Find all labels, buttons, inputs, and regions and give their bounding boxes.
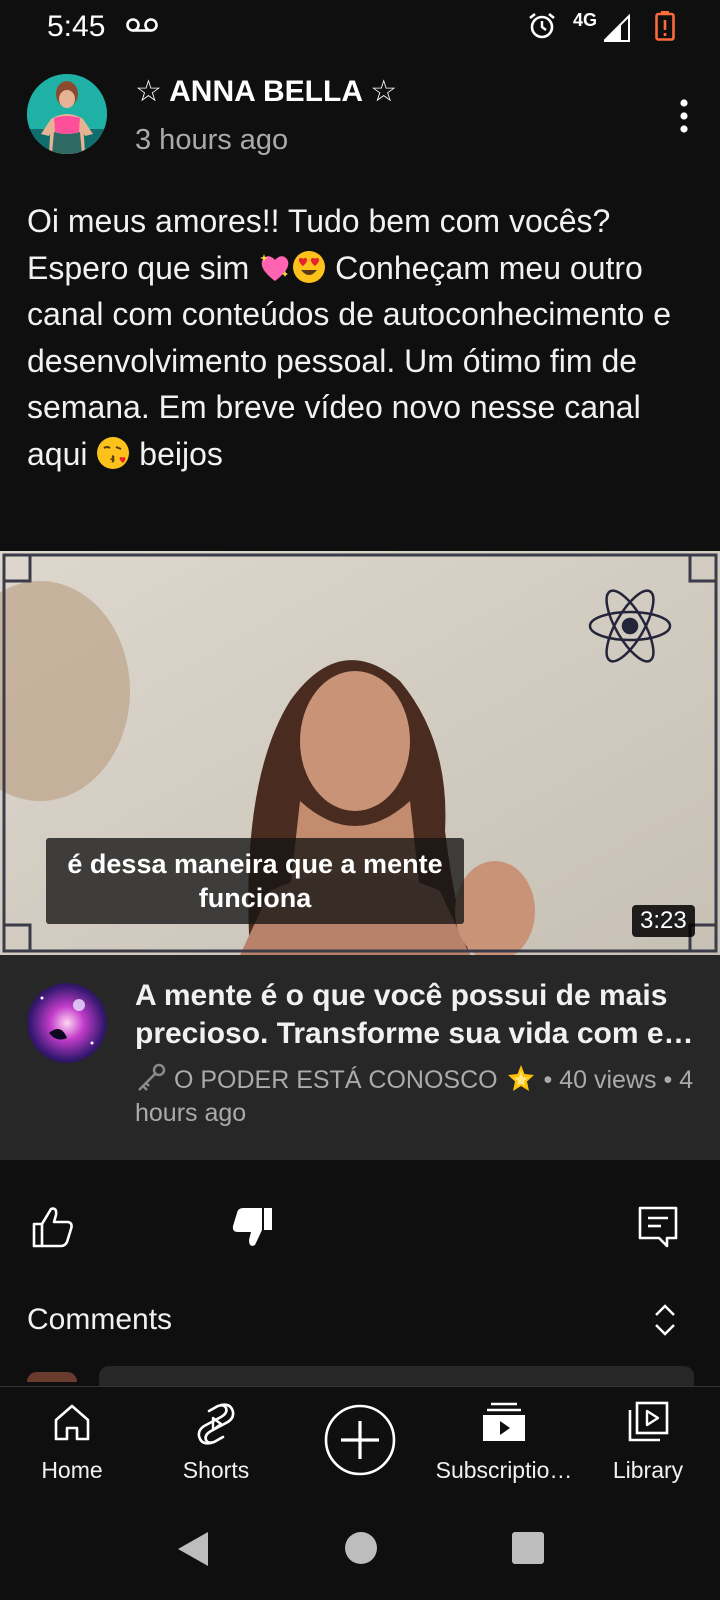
sparkling-heart-emoji: [260, 253, 289, 281]
create-plus-icon[interactable]: [323, 1403, 397, 1477]
nav-home[interactable]: Home: [0, 1387, 147, 1495]
comment-icon[interactable]: [637, 1204, 679, 1250]
expand-collapse-icon[interactable]: [652, 1302, 678, 1338]
voicemail-icon: [126, 18, 158, 32]
post-header: ☆ ANNA BELLA ☆ 3 hours ago: [0, 70, 720, 170]
video-info-card[interactable]: A mente é o que você possui de mais prec…: [0, 955, 720, 1160]
signal-icon: [604, 14, 630, 42]
comments-label: Comments: [27, 1303, 173, 1336]
nav-subscriptions-label: Subscriptio…: [435, 1457, 573, 1483]
glowing-star-emoji-icon: [507, 1065, 534, 1091]
video-caption: é dessa maneira que a mente funciona: [46, 838, 464, 924]
post-actions-bar: [0, 1190, 720, 1270]
key-emoji-icon: [138, 1063, 166, 1091]
status-time: 5:45: [47, 10, 106, 43]
channel-name[interactable]: O PODER ESTÁ CONOSCO: [174, 1066, 498, 1094]
view-count: 40 views: [559, 1066, 657, 1094]
nav-library-label: Library: [612, 1457, 684, 1483]
nav-subscriptions[interactable]: Subscriptio…: [429, 1387, 579, 1495]
nav-library[interactable]: Library: [573, 1387, 720, 1495]
comment-preview-peek[interactable]: [99, 1366, 694, 1386]
nav-home-label: Home: [41, 1457, 103, 1483]
home-circle-icon[interactable]: [343, 1530, 379, 1566]
kissing-face-emoji: [97, 436, 130, 469]
subscriptions-icon: [483, 1402, 525, 1441]
status-bar: 5:45 4G: [0, 0, 720, 56]
nav-shorts[interactable]: Shorts: [141, 1387, 291, 1495]
comments-section-header[interactable]: Comments: [0, 1290, 720, 1350]
thumbs-up-icon[interactable]: [30, 1204, 76, 1250]
video-duration-badge: 3:23: [632, 905, 695, 937]
video-thumbnail[interactable]: é dessa maneira que a mente funciona 3:2…: [0, 551, 720, 955]
library-icon: [628, 1401, 669, 1442]
heart-eyes-emoji: [293, 250, 326, 283]
post-text-part: beijos: [130, 435, 223, 472]
bottom-navigation: Home Shorts Subscriptio… Library: [0, 1386, 720, 1494]
network-type: 4G: [573, 10, 598, 30]
channel-avatar[interactable]: [27, 983, 107, 1063]
more-options-icon[interactable]: [662, 94, 706, 138]
comment-avatar-peek: [27, 1372, 77, 1382]
author-avatar[interactable]: [27, 74, 107, 154]
recent-apps-icon[interactable]: [510, 1530, 546, 1566]
nav-shorts-label: Shorts: [182, 1457, 250, 1483]
home-icon: [54, 1404, 90, 1441]
battery-low-icon: [655, 11, 675, 41]
back-icon[interactable]: [175, 1530, 211, 1568]
meta-separator: •: [663, 1066, 673, 1094]
video-title[interactable]: A mente é o que você possui de mais prec…: [135, 977, 695, 1053]
post-body-text: Oi meus amores!! Tudo bem com vocês? Esp…: [27, 198, 697, 477]
shorts-icon: [197, 1403, 235, 1445]
alarm-icon: [529, 12, 555, 39]
post-author-name[interactable]: ☆ ANNA BELLA ☆: [135, 74, 397, 109]
meta-separator: •: [543, 1066, 553, 1094]
thumbs-down-filled-icon[interactable]: [230, 1204, 276, 1250]
post-timestamp: 3 hours ago: [135, 124, 289, 156]
system-navigation-bar: [0, 1494, 720, 1600]
video-metadata: O PODER ESTÁ CONOSCO • 40 views • 4 hour…: [135, 1063, 700, 1130]
